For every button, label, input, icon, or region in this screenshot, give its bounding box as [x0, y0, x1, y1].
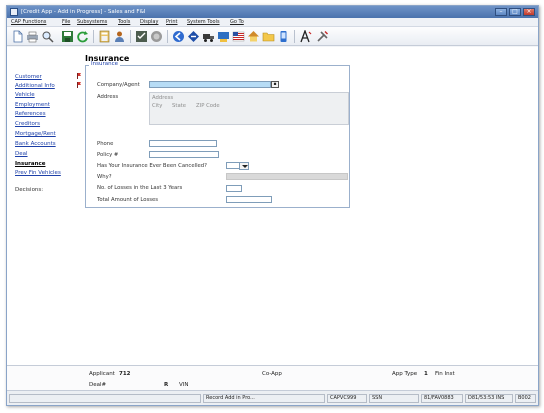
app-window: [Credit App - Add in Progress] - Sales a…: [6, 5, 539, 406]
status-bar: Record Add in Pro... CAPVC999 SSN 81/FAV…: [7, 390, 538, 405]
save-icon[interactable]: [61, 30, 74, 43]
address-placeholder: Address: [152, 95, 174, 101]
nav-prev-fin-vehicles[interactable]: Prev Fin Vehicles: [15, 170, 61, 176]
status-user: SSN: [369, 394, 419, 403]
app-type-value: 1: [424, 371, 428, 377]
losses-amount-label: Total Amount of Losses: [97, 197, 158, 203]
menu-cap-functions[interactable]: CAP Functions: [11, 19, 46, 26]
decisions-label: Decisions:: [15, 187, 44, 193]
toolbar-separator: [167, 30, 168, 43]
deal-label: Deal#: [89, 382, 107, 388]
losses-amount-field[interactable]: [226, 196, 272, 203]
minimize-button[interactable]: –: [495, 8, 507, 16]
nav-creditors[interactable]: Creditors: [15, 121, 40, 127]
state-placeholder: State: [172, 103, 187, 109]
group-title: Insurance: [89, 61, 120, 67]
flag-icon: [77, 82, 81, 88]
address-label: Address: [97, 94, 119, 100]
deal-flag: R: [164, 382, 169, 388]
phone-label: Phone: [97, 141, 114, 147]
cancelled-label: Has Your Insurance Ever Been Cancelled?: [97, 163, 207, 169]
close-button[interactable]: ×: [523, 8, 535, 16]
toolbar-separator: [130, 30, 131, 43]
flag-icon: [77, 73, 81, 79]
zoom-icon[interactable]: [41, 30, 54, 43]
nav-deal[interactable]: Deal: [15, 151, 28, 157]
applicant-value: 712: [119, 371, 131, 377]
menu-go-to[interactable]: Go To: [230, 19, 244, 26]
nav-mortgage-rent[interactable]: Mortgage/Rent: [15, 131, 56, 137]
company-agent-label: Company/Agent: [97, 82, 140, 88]
flag-icon[interactable]: [232, 30, 245, 43]
nav-customer[interactable]: Customer: [15, 74, 42, 80]
applicant-label: Applicant: [89, 371, 115, 377]
zip-placeholder: ZIP Code: [196, 103, 220, 109]
content-area: Customer Additional Info Vehicle Employm…: [7, 47, 538, 390]
phone-icon[interactable]: [277, 30, 290, 43]
arrow-left-icon[interactable]: [172, 30, 185, 43]
tools-icon[interactable]: [316, 30, 329, 43]
policy-field[interactable]: [149, 151, 219, 158]
application-info-panel: Applicant 712 Co-App App Type 1 Fin Inst…: [7, 365, 538, 390]
truck-icon[interactable]: [202, 30, 215, 43]
menu-display[interactable]: Display: [140, 19, 158, 26]
nav-additional-info[interactable]: Additional Info: [15, 83, 55, 89]
why-field: [226, 173, 348, 180]
menu-file[interactable]: File: [62, 19, 70, 26]
nav-vehicle[interactable]: Vehicle: [15, 92, 35, 98]
cancelled-select[interactable]: [226, 162, 240, 169]
status-empty-cell: [9, 394, 201, 403]
menu-tools[interactable]: Tools: [118, 19, 130, 26]
nav-bank-accounts[interactable]: Bank Accounts: [15, 141, 56, 147]
font-icon[interactable]: [299, 30, 312, 43]
app-type-label: App Type: [392, 371, 418, 377]
toolbar: [7, 27, 538, 46]
calculator-icon[interactable]: [98, 30, 111, 43]
status-form-code: CAPVC999: [327, 394, 367, 403]
fin-inst-label: Fin Inst: [435, 371, 455, 377]
chevron-down-icon[interactable]: [239, 162, 249, 170]
nav-references[interactable]: References: [15, 111, 46, 117]
print-icon[interactable]: [26, 30, 39, 43]
why-label: Why?: [97, 174, 112, 180]
company-lookup-button[interactable]: ▪: [271, 81, 279, 88]
vin-label: VIN: [179, 382, 189, 388]
title-bar: [Credit App - Add in Progress] - Sales a…: [7, 6, 538, 18]
status-code: B002: [515, 394, 536, 403]
status-time: D81/53:53 INS: [465, 394, 513, 403]
new-icon[interactable]: [11, 30, 24, 43]
app-icon: [10, 8, 18, 16]
city-placeholder: City: [152, 103, 163, 109]
phone-field[interactable]: [149, 140, 217, 147]
maximize-button[interactable]: □: [509, 8, 521, 16]
menu-bar: CAP Functions File Subsystems Tools Disp…: [7, 18, 538, 27]
nav-employment[interactable]: Employment: [15, 102, 50, 108]
globe-icon[interactable]: [150, 30, 163, 43]
arrow-right-icon[interactable]: [187, 30, 200, 43]
toolbar-separator: [93, 30, 94, 43]
toolbar-separator: [294, 30, 295, 43]
status-session: 81/FAV0883: [421, 394, 463, 403]
losses-count-label: No. of Losses in the Last 3 Years: [97, 185, 183, 191]
checklist-icon[interactable]: [135, 30, 148, 43]
menu-print[interactable]: Print: [166, 19, 178, 26]
person-icon[interactable]: [113, 30, 126, 43]
nav-insurance[interactable]: Insurance: [15, 161, 45, 167]
window-title: [Credit App - Add in Progress] - Sales a…: [21, 9, 146, 15]
company-agent-field[interactable]: [149, 81, 271, 88]
losses-count-field[interactable]: [226, 185, 242, 192]
menu-subsystems[interactable]: Subsystems: [77, 19, 107, 26]
refresh-icon[interactable]: [76, 30, 89, 43]
folder-icon[interactable]: [262, 30, 275, 43]
policy-label: Policy #: [97, 152, 119, 158]
status-mode: Record Add in Pro...: [203, 394, 325, 403]
coapp-label: Co-App: [262, 371, 282, 377]
keyboard-icon[interactable]: [217, 30, 230, 43]
menu-system-tools[interactable]: System Tools: [187, 19, 220, 26]
house-icon[interactable]: [247, 30, 260, 43]
